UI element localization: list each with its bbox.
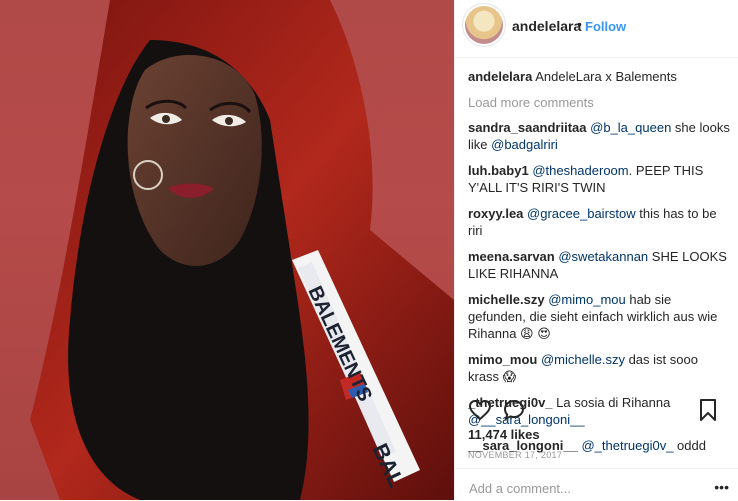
post-date[interactable]: NOVEMBER 17, 2017: [468, 450, 562, 460]
comment-mention[interactable]: @gracee_bairstow: [527, 206, 636, 221]
comment-item: luh.baby1 @theshaderoom. PEEP THIS Y'ALL…: [468, 162, 730, 196]
comment-item: mimo_mou @michelle.szy das ist sooo kras…: [468, 351, 730, 385]
comment-item: sandra_saandriitaa @b_la_queen she looks…: [468, 119, 730, 153]
comment-item: meena.sarvan @swetakannan SHE LOOKS LIKE…: [468, 248, 730, 282]
post-photo[interactable]: BALEMENTS BAL: [0, 0, 454, 500]
caption-username[interactable]: andelelara: [468, 69, 532, 84]
bookmark-icon[interactable]: [696, 398, 720, 422]
comment-item: michelle.szy @mimo_mou hab sie gefunden,…: [468, 291, 730, 342]
comment-username[interactable]: roxyy.lea: [468, 206, 523, 221]
comment-mention[interactable]: @swetakannan: [558, 249, 648, 264]
comment-username[interactable]: michelle.szy: [468, 292, 545, 307]
likes-count[interactable]: 11,474 likes: [468, 427, 540, 442]
comment-username[interactable]: luh.baby1: [468, 163, 529, 178]
portrait-illustration: BALEMENTS BAL: [30, 0, 454, 500]
load-more-comments[interactable]: Load more comments: [468, 94, 730, 111]
heart-icon[interactable]: [468, 398, 492, 422]
follow-button[interactable]: Follow: [585, 19, 626, 34]
post-header: andelelara • Follow: [455, 0, 738, 58]
add-comment-bar: •••: [455, 468, 738, 501]
comment-username[interactable]: mimo_mou: [468, 352, 537, 367]
more-options-icon[interactable]: •••: [714, 479, 729, 495]
comment-mention[interactable]: @theshaderoom: [532, 163, 628, 178]
comment-item: roxyy.lea @gracee_bairstow this has to b…: [468, 205, 730, 239]
caption-text: AndeleLara x Balements: [535, 69, 677, 84]
separator-dot: •: [577, 16, 582, 32]
action-bar: [468, 398, 730, 422]
comment-mention[interactable]: @_thetruegi0v_: [581, 438, 673, 453]
comment-mention-2[interactable]: @badgalriri: [491, 137, 558, 152]
caption: andelelara AndeleLara x Balements: [468, 68, 730, 85]
post-panel: andelelara • Follow andelelara AndeleLar…: [454, 0, 738, 500]
comment-mention[interactable]: @mimo_mou: [548, 292, 626, 307]
username-link[interactable]: andelelara: [512, 18, 581, 34]
comment-username[interactable]: meena.sarvan: [468, 249, 555, 264]
comment-text: oddd: [673, 438, 706, 453]
comment-mention[interactable]: @b_la_queen: [590, 120, 671, 135]
comment-username[interactable]: sandra_saandriitaa: [468, 120, 587, 135]
add-comment-input[interactable]: [467, 480, 711, 497]
comment-mention[interactable]: @michelle.szy: [541, 352, 625, 367]
avatar[interactable]: [465, 6, 503, 44]
comment-bubble-icon[interactable]: [502, 398, 526, 422]
